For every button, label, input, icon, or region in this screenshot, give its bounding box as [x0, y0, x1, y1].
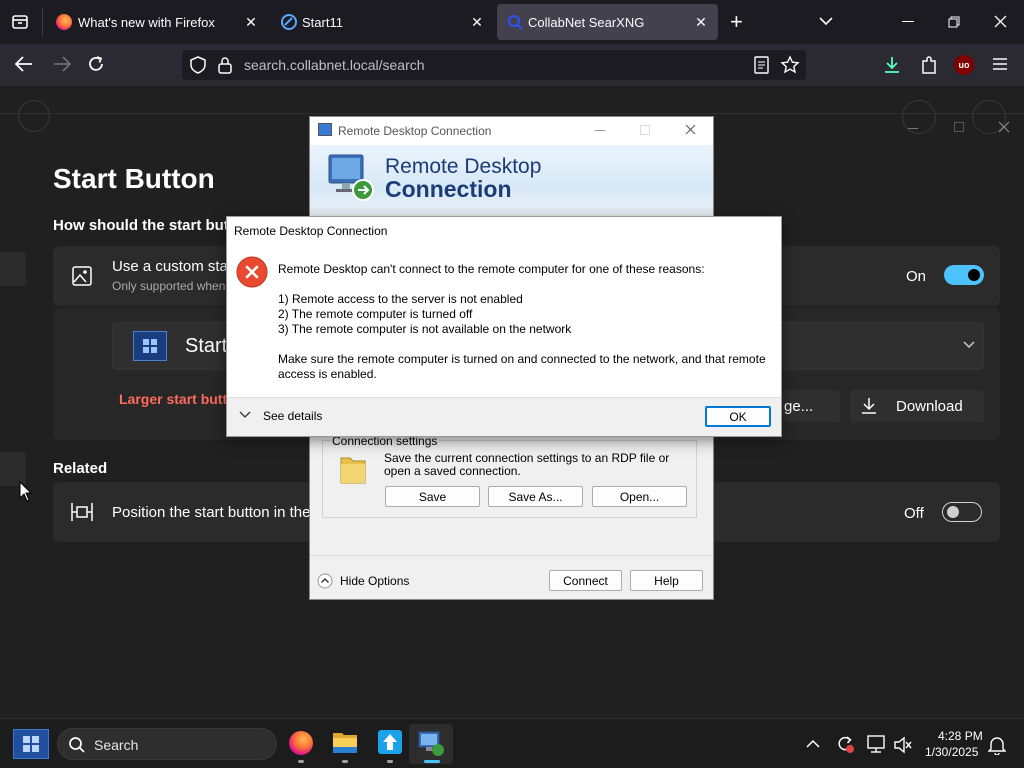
hide-options-label[interactable]: Hide Options: [340, 574, 409, 588]
back-icon[interactable]: [14, 55, 34, 73]
show-hidden-icons-chevron-icon[interactable]: [806, 739, 820, 749]
tab-title: CollabNet SearXNG: [528, 15, 645, 30]
tab-overview-icon[interactable]: [10, 12, 30, 32]
position-icon: [71, 501, 93, 523]
reader-view-icon[interactable]: [754, 56, 770, 74]
folder-icon: [338, 452, 368, 486]
downloads-icon[interactable]: [882, 55, 902, 75]
searxng-icon: [507, 14, 523, 30]
rdp-window-title: Remote Desktop Connection: [338, 124, 492, 138]
custom-start-toggle[interactable]: [944, 265, 984, 285]
toggle-state-label: Off: [904, 505, 924, 522]
windows-logo-icon: [133, 331, 167, 361]
help-button[interactable]: Help: [630, 570, 703, 591]
error-icon: [236, 256, 268, 288]
lock-icon[interactable]: [218, 56, 232, 74]
clock-date[interactable]: 1/30/2025: [925, 745, 978, 759]
custom-start-title: Use a custom star: [112, 258, 233, 275]
reload-icon[interactable]: [87, 55, 105, 73]
section-question: How should the start butto: [53, 217, 243, 234]
rdp-maximize-icon: [640, 125, 650, 135]
position-label: Position the start button in the: [112, 504, 311, 521]
tab-title: What's new with Firefox: [78, 15, 215, 30]
sidebar-item[interactable]: [0, 252, 26, 286]
larger-button-warning: Larger start butt: [119, 391, 228, 407]
save-as-button[interactable]: Save As...: [488, 486, 583, 507]
error-advice: Make sure the remote computer is turned …: [278, 352, 766, 381]
toggle-knob: [968, 269, 980, 281]
url-text: search.collabnet.local/search: [244, 57, 425, 73]
computer-monitor-icon: [326, 152, 376, 202]
start-button[interactable]: [13, 729, 49, 759]
error-dialog-title: Remote Desktop Connection: [234, 224, 388, 238]
error-reason: 1) Remote access to the server is not en…: [278, 292, 523, 306]
extensions-icon[interactable]: [920, 55, 938, 75]
start-preview-label: Start: [185, 335, 228, 357]
error-reason: 3) The remote computer is not available …: [278, 322, 572, 336]
download-label: Download: [896, 398, 963, 415]
see-details-label[interactable]: See details: [263, 409, 322, 423]
page-title: Start Button: [53, 163, 215, 194]
hide-options-chevron-icon[interactable]: [317, 573, 333, 589]
tracking-protection-shield-icon[interactable]: [190, 56, 206, 74]
ublock-origin-icon[interactable]: uo: [954, 55, 974, 75]
new-tab-icon[interactable]: +: [730, 11, 743, 33]
image-icon: [72, 266, 92, 286]
error-message: Remote Desktop can't connect to the remo…: [278, 262, 705, 276]
ok-button[interactable]: OK: [705, 406, 771, 427]
rdp-taskbar-button[interactable]: [409, 724, 453, 764]
bookmark-star-icon[interactable]: [780, 55, 800, 75]
network-icon[interactable]: [866, 735, 886, 753]
minimize-icon[interactable]: [902, 21, 914, 22]
clock-time[interactable]: 4:28 PM: [938, 729, 983, 743]
tab-collabnet-searxng[interactable]: CollabNet SearXNG ✕: [497, 4, 718, 40]
restore-icon[interactable]: [948, 16, 960, 28]
start11-close-icon[interactable]: [998, 121, 1010, 133]
search-icon: [68, 736, 86, 754]
start11-minimize-icon[interactable]: [908, 128, 918, 129]
close-icon[interactable]: [994, 15, 1007, 28]
connection-settings-description: Save the current connection settings to …: [384, 451, 670, 478]
connect-button[interactable]: Connect: [549, 570, 622, 591]
mouse-cursor: [19, 481, 33, 503]
position-toggle[interactable]: [942, 502, 982, 522]
tab-firefox-whats-new[interactable]: What's new with Firefox ✕: [46, 4, 268, 40]
sync-alert-icon[interactable]: [835, 734, 855, 754]
chevron-down-icon[interactable]: [963, 341, 975, 349]
app-upload-icon[interactable]: [375, 727, 405, 759]
toggle-knob: [947, 506, 959, 518]
save-button[interactable]: Save: [385, 486, 480, 507]
list-all-tabs-icon[interactable]: [818, 15, 834, 27]
related-heading: Related: [53, 460, 108, 477]
toggle-state-label: On: [906, 268, 927, 285]
notification-bell-icon[interactable]: [988, 735, 1006, 755]
tab-start11[interactable]: Start11 ✕: [272, 4, 494, 40]
download-icon: [861, 397, 877, 415]
manage-button-label: ge...: [784, 398, 814, 415]
tab-title: Start11: [302, 15, 343, 30]
rdp-app-icon: [318, 123, 332, 136]
forward-icon: [52, 55, 72, 73]
hamburger-menu-icon[interactable]: [992, 57, 1008, 71]
rdp-close-icon[interactable]: [685, 124, 696, 135]
firefox-icon: [56, 14, 72, 30]
tab-close-icon[interactable]: ✕: [692, 13, 710, 31]
rdp-banner-line2: Connection: [385, 176, 512, 202]
start11-icon: [280, 13, 298, 31]
custom-start-subtitle: Only supported when: [112, 279, 226, 293]
taskbar-search-box[interactable]: Search: [57, 728, 277, 760]
start11-back-icon[interactable]: [18, 100, 50, 132]
error-reason: 2) The remote computer is turned off: [278, 307, 473, 321]
rdp-minimize-icon[interactable]: [595, 130, 605, 131]
firefox-taskbar-icon[interactable]: [286, 727, 316, 759]
tab-close-icon[interactable]: ✕: [468, 13, 486, 31]
tab-close-icon[interactable]: ✕: [242, 13, 260, 31]
file-explorer-icon[interactable]: [330, 727, 360, 759]
start11-maximize-icon[interactable]: [954, 122, 964, 132]
taskbar-search-placeholder: Search: [94, 737, 139, 753]
volume-muted-icon[interactable]: [893, 736, 913, 754]
open-button[interactable]: Open...: [592, 486, 687, 507]
download-button[interactable]: Download: [850, 390, 984, 422]
see-details-chevron-icon[interactable]: [239, 411, 251, 419]
